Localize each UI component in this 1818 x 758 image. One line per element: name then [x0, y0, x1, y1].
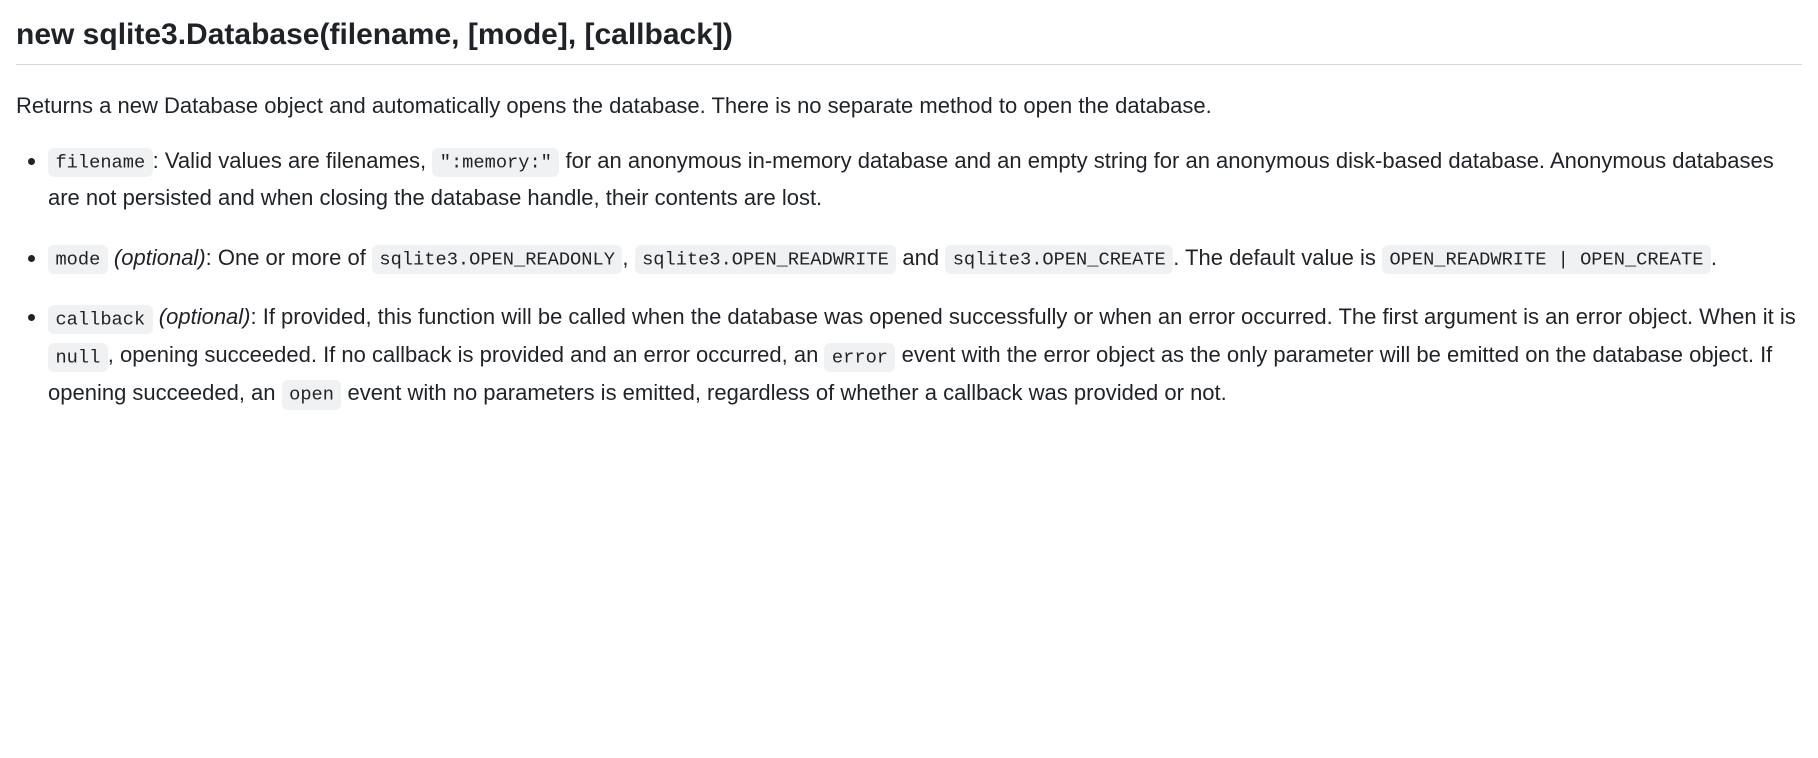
- param-mode-optional: (optional): [114, 245, 206, 270]
- param-filename: filename: Valid values are filenames, ":…: [48, 142, 1802, 217]
- param-callback-code3: open: [282, 380, 342, 409]
- param-callback-code1: null: [48, 343, 108, 372]
- param-callback-text1: : If provided, this function will be cal…: [251, 304, 1796, 329]
- param-filename-text-before: : Valid values are filenames,: [153, 148, 433, 173]
- param-mode: mode (optional): One or more of sqlite3.…: [48, 239, 1802, 277]
- param-callback: callback (optional): If provided, this f…: [48, 298, 1802, 411]
- param-mode-name: mode: [48, 245, 108, 274]
- param-mode-code3: sqlite3.OPEN_CREATE: [945, 245, 1173, 274]
- parameter-list: filename: Valid values are filenames, ":…: [16, 142, 1802, 412]
- param-mode-text3: .: [1711, 245, 1717, 270]
- param-mode-code4: OPEN_READWRITE | OPEN_CREATE: [1382, 245, 1711, 274]
- api-heading: new sqlite3.Database(filename, [mode], […: [16, 16, 1802, 65]
- param-mode-text2: . The default value is: [1173, 245, 1382, 270]
- param-mode-code2: sqlite3.OPEN_READWRITE: [635, 245, 897, 274]
- param-callback-text4: event with no parameters is emitted, reg…: [341, 380, 1226, 405]
- param-mode-text1: : One or more of: [206, 245, 372, 270]
- param-filename-name: filename: [48, 148, 153, 177]
- param-mode-code1: sqlite3.OPEN_READONLY: [372, 245, 622, 274]
- doc-container: new sqlite3.Database(filename, [mode], […: [16, 16, 1802, 412]
- param-filename-memory-code: ":memory:": [432, 148, 559, 177]
- param-callback-name: callback: [48, 305, 153, 334]
- param-callback-code2: error: [824, 343, 895, 372]
- param-callback-text2: , opening succeeded. If no callback is p…: [108, 342, 825, 367]
- param-mode-sep1: ,: [622, 245, 634, 270]
- param-callback-optional: (optional): [159, 304, 251, 329]
- param-mode-sep2: and: [896, 245, 945, 270]
- intro-paragraph: Returns a new Database object and automa…: [16, 89, 1802, 122]
